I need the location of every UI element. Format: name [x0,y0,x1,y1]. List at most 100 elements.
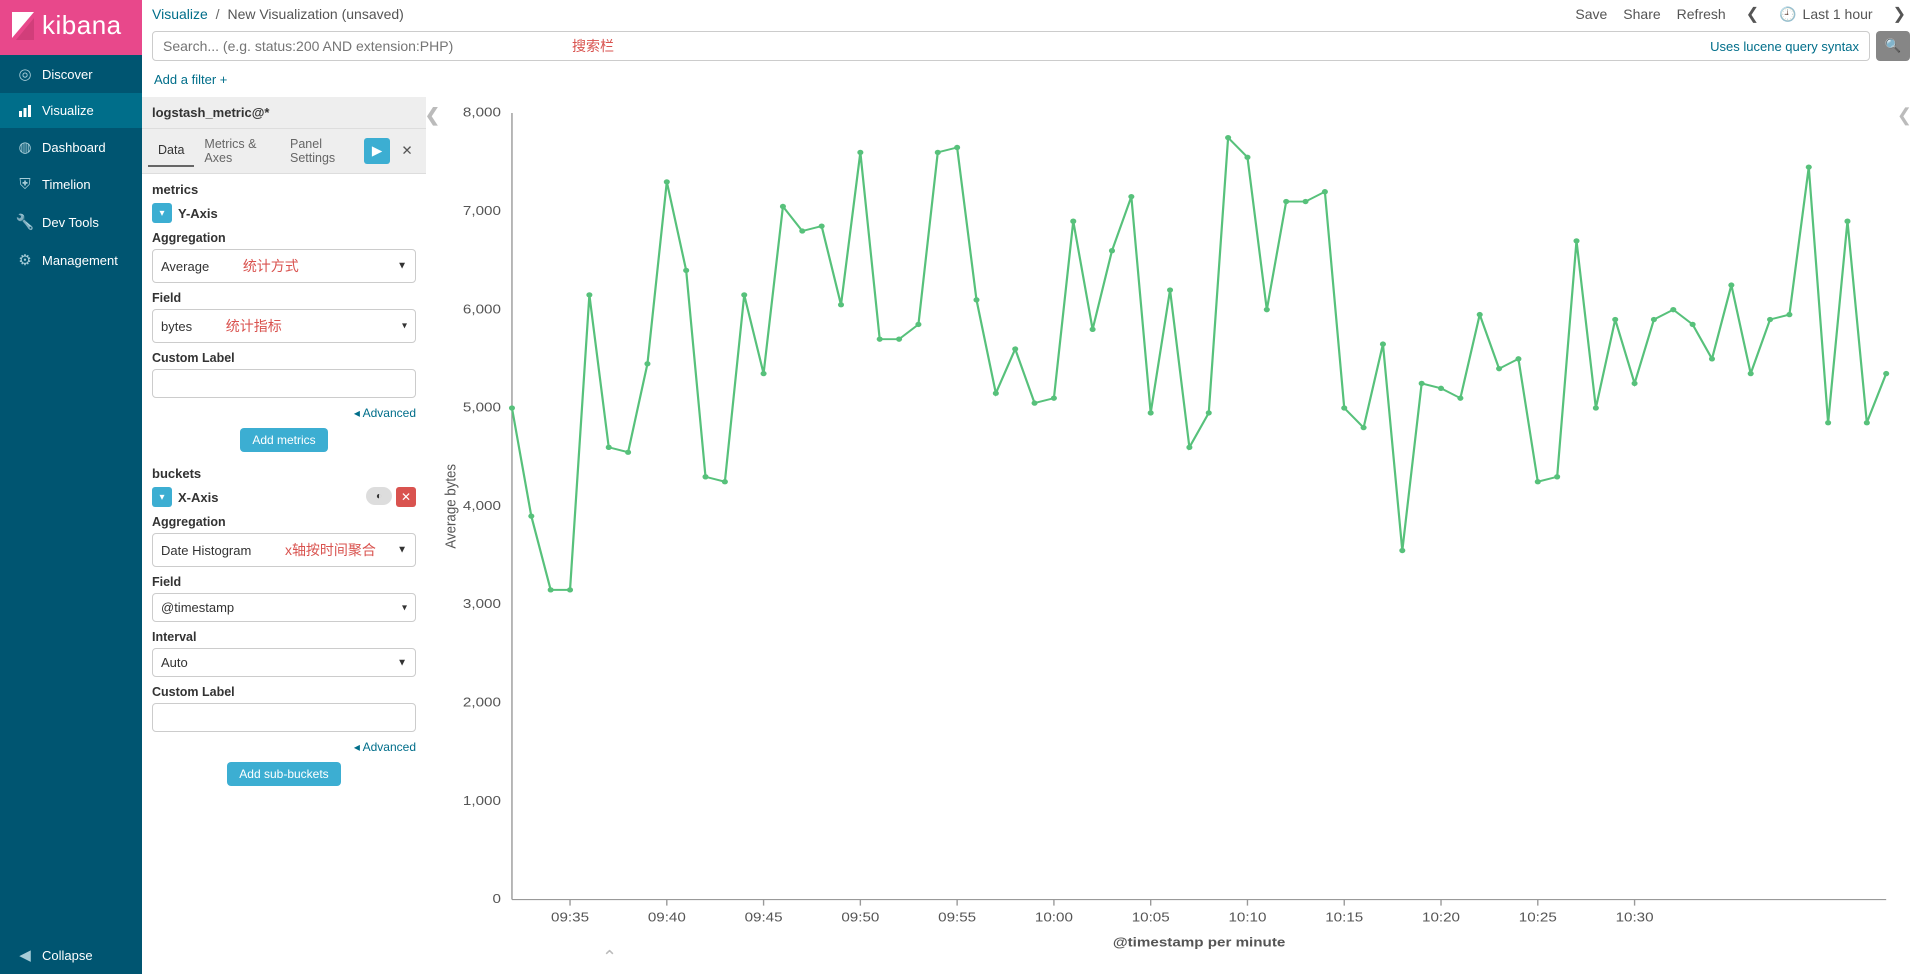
bucket-custom-input[interactable] [152,703,416,732]
discard-button[interactable]: ✕ [394,138,420,164]
tab-panel-settings[interactable]: Panel Settings [280,129,364,173]
bucket-adv-text: Advanced [363,740,416,754]
buckets-section-title: buckets [152,466,416,481]
time-picker[interactable]: 🕘 Last 1 hour [1779,6,1873,23]
svg-text:10:30: 10:30 [1616,910,1654,925]
scroll-top-icon[interactable]: ⌃ [602,947,617,968]
save-action[interactable]: Save [1575,6,1607,22]
svg-text:@timestamp per minute: @timestamp per minute [1113,936,1286,951]
metric-custom-input[interactable] [152,369,416,398]
svg-text:2,000: 2,000 [463,695,501,710]
metric-field-select[interactable]: bytes 统计指标 ▾ [152,309,416,343]
nav-devtools[interactable]: 🔧 Dev Tools [0,203,142,241]
bucket-field-label: Field [152,575,416,589]
metric-agg-select[interactable]: Average 统计方式 ▼ [152,249,416,283]
tab-data[interactable]: Data [148,135,194,167]
add-filter-text: Add a filter [154,72,216,87]
apply-button[interactable]: ▶ [364,138,390,164]
nav-collapse[interactable]: ◀ Collapse [0,936,142,974]
refresh-action[interactable]: Refresh [1677,6,1726,22]
svg-text:8,000: 8,000 [463,107,501,120]
bucket-field-select[interactable]: @timestamp ▾ [152,593,416,622]
add-filter-link[interactable]: Add a filter + [154,72,227,87]
bucket-interval-value: Auto [161,655,188,670]
svg-text:4,000: 4,000 [463,499,501,514]
nav-visualize[interactable]: Visualize [0,93,142,128]
nav-label: Management [42,253,118,268]
svg-text:09:45: 09:45 [745,910,783,925]
syntax-link[interactable]: Uses lucene query syntax [1710,39,1859,54]
svg-text:09:35: 09:35 [551,910,589,925]
metrics-section-title: metrics [152,182,416,197]
svg-text:6,000: 6,000 [463,302,501,317]
time-next[interactable]: ❯ [1889,4,1910,24]
svg-text:10:20: 10:20 [1422,910,1460,925]
svg-text:09:55: 09:55 [938,910,976,925]
topbar: Visualize / New Visualization (unsaved) … [142,0,1920,31]
bucket-interval-select[interactable]: Auto ▼ [152,648,416,677]
index-pattern-header[interactable]: logstash_metric@* ❮ [142,97,426,129]
close-icon: ✕ [401,143,412,159]
svg-text:10:25: 10:25 [1519,910,1557,925]
bucket-agg-value: Date Histogram [161,543,251,558]
chevron-down-icon: ▾ [402,321,407,332]
metric-agg-value: Average [161,259,209,274]
search-button[interactable]: 🔍 [1876,31,1910,61]
tab-metrics-axes[interactable]: Metrics & Axes [194,129,280,173]
metric-field-value: bytes [161,319,192,334]
yaxis-label: Y-Axis [178,206,218,221]
breadcrumb-sep: / [216,6,220,22]
svg-text:3,000: 3,000 [463,597,501,612]
svg-text:09:40: 09:40 [648,910,686,925]
breadcrumb-root[interactable]: Visualize [152,6,208,22]
svg-text:0: 0 [492,892,501,907]
add-sub-buckets-button[interactable]: Add sub-buckets [227,762,340,786]
nav-management[interactable]: ⚙ Management [0,241,142,279]
time-prev[interactable]: ❮ [1742,4,1763,24]
search-input[interactable] [163,38,1710,54]
play-icon: ▶ [372,143,382,159]
nav-timelion[interactable]: ⛨ Timelion [0,166,142,203]
nav-label: Dashboard [42,140,106,155]
metric-field-label: Field [152,291,416,305]
svg-text:09:50: 09:50 [841,910,879,925]
collapse-icon: ◀ [12,946,38,964]
metric-agg-label: Aggregation [152,231,416,245]
breadcrumb: Visualize / New Visualization (unsaved) [152,6,404,22]
timerange-text: Last 1 hour [1803,6,1873,22]
xaxis-toggle[interactable]: ▾ [152,487,172,507]
breadcrumb-current: New Visualization (unsaved) [227,6,403,22]
nav-discover[interactable]: ◎ Discover [0,55,142,93]
wrench-icon: 🔧 [12,213,38,231]
chart-area: ❮ 01,0002,0003,0004,0005,0006,0007,0008,… [426,97,1920,974]
metric-advanced-link[interactable]: ◂ Advanced [152,406,416,420]
search-input-wrap: Uses lucene query syntax [152,31,1870,61]
config-tabs: Data Metrics & Axes Panel Settings ▶ ✕ [142,129,426,174]
kibana-logo-text: kibana [42,10,122,41]
xaxis-delete[interactable]: ✕ [396,487,416,507]
search-row: Uses lucene query syntax 🔍 搜索栏 [142,31,1920,67]
bucket-advanced-link[interactable]: ◂ Advanced [152,740,416,754]
svg-text:10:00: 10:00 [1035,910,1073,925]
nav-items: ◎ Discover Visualize ◍ Dashboard ⛨ Timel… [0,55,142,936]
svg-text:5,000: 5,000 [463,400,501,415]
index-pattern-text: logstash_metric@* [152,105,269,120]
metric-agg-annot: 统计方式 [243,258,299,274]
xaxis-visibility-toggle[interactable]: ◐ [366,487,392,505]
bucket-agg-annot: x轴按时间聚合 [285,542,376,558]
svg-text:10:05: 10:05 [1132,910,1170,925]
kibana-logo-icon [12,12,36,40]
share-action[interactable]: Share [1623,6,1660,22]
chevron-down-icon: ▼ [397,545,407,556]
nav-label: Discover [42,67,93,82]
shield-icon: ⛨ [12,176,38,193]
expand-chart-icon[interactable]: ❮ [1897,105,1912,126]
add-metrics-button[interactable]: Add metrics [240,428,327,452]
metric-adv-text: Advanced [363,406,416,420]
nav-dashboard[interactable]: ◍ Dashboard [0,128,142,166]
kibana-logo[interactable]: kibana [0,0,142,55]
bucket-agg-select[interactable]: Date Histogram x轴按时间聚合 ▼ [152,533,416,567]
yaxis-toggle[interactable]: ▾ [152,203,172,223]
gear-icon: ⚙ [12,251,38,269]
line-chart: 01,0002,0003,0004,0005,0006,0007,0008,00… [436,107,1900,954]
